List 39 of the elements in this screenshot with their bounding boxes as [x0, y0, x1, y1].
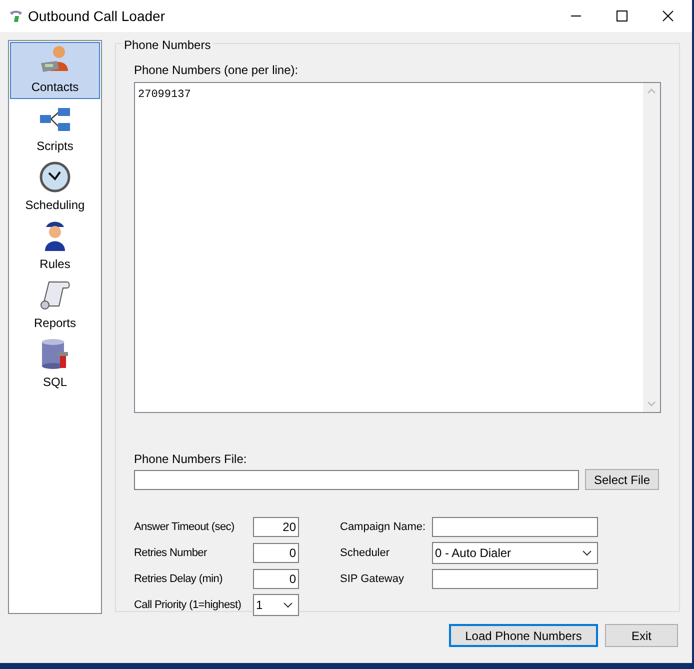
sidebar-item[interactable]: Scripts: [10, 101, 100, 158]
field-label: Retries Delay (min): [134, 572, 224, 587]
field-label: Retries Number: [134, 546, 208, 561]
scroll-icon: [39, 279, 71, 311]
maximize-icon[interactable]: [616, 10, 628, 22]
caret-icon: [283, 602, 293, 608]
police-officer-icon: [43, 220, 67, 252]
field-label: Call Priority (1=highest): [134, 598, 242, 613]
phone-icon: [8, 8, 24, 24]
input-field[interactable]: [432, 517, 598, 537]
sidebar-item[interactable]: Rules: [10, 219, 100, 276]
dropdown[interactable]: 1: [253, 594, 299, 616]
field-label: SIP Gateway: [340, 572, 405, 587]
phone-numbers-field[interactable]: 27099137: [134, 82, 661, 413]
input-field[interactable]: [432, 569, 598, 589]
window-title: Outbound Call Loader: [28, 6, 165, 26]
exit-button[interactable]: Exit: [605, 624, 678, 647]
field-label: Phone Numbers File:: [134, 451, 248, 468]
sidebar-item[interactable]: Scheduling: [10, 160, 100, 217]
select-file-button[interactable]: Select File: [585, 469, 659, 490]
close-icon[interactable]: [662, 10, 674, 22]
dropdown[interactable]: 0 - Auto Dialer: [432, 542, 598, 564]
sidebar-item[interactable]: SQL: [10, 337, 100, 394]
database-icon: [40, 338, 70, 370]
input-field[interactable]: 20: [253, 517, 299, 537]
sidebar-item[interactable]: Reports: [10, 278, 100, 335]
field-label: Answer Timeout (sec): [134, 520, 236, 535]
input-field[interactable]: 0: [253, 569, 299, 589]
input-field[interactable]: 0: [253, 543, 299, 563]
field-label: Phone Numbers (one per line):: [134, 62, 300, 79]
load-button[interactable]: Load Phone Numbers: [449, 624, 598, 647]
clock-icon: [39, 161, 71, 193]
sidebar-item[interactable]: Contacts: [10, 42, 100, 99]
flowchart-icon: [39, 106, 71, 134]
field-label: Campaign Name:: [340, 520, 427, 535]
field-label: Scheduler: [340, 546, 391, 561]
caret-icon: [582, 550, 592, 556]
file-path-field[interactable]: [134, 470, 579, 490]
person-phone-icon: [39, 43, 71, 75]
